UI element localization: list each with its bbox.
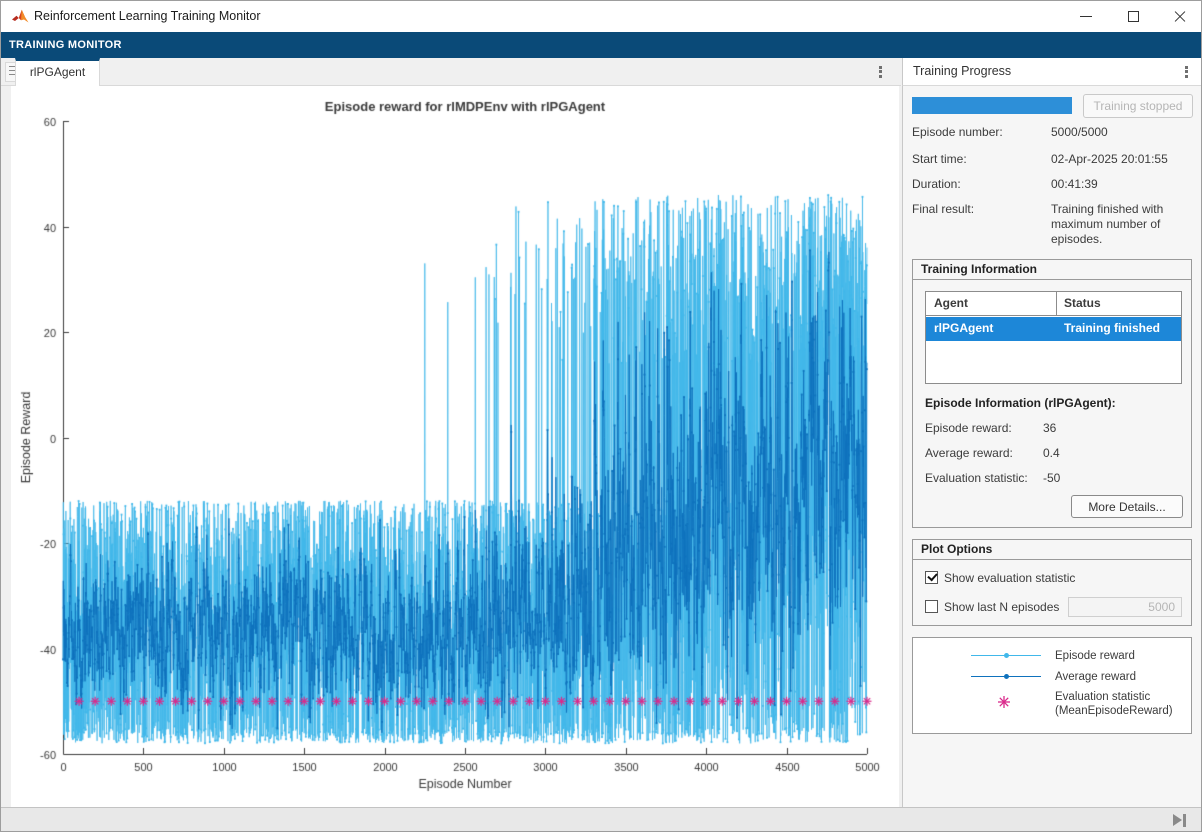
duration-value: 00:41:39 — [1051, 177, 1202, 192]
progress-fill — [912, 97, 1072, 114]
training-progress-panel: Training stopped Episode number: 5000/50… — [902, 86, 1202, 807]
summary-row: Start time: 02-Apr-2025 20:01:55 — [912, 152, 967, 166]
status-column-header: Status — [1064, 296, 1101, 310]
document-area — [1, 86, 901, 807]
close-button[interactable] — [1157, 1, 1202, 32]
summary-row: Duration: 00:41:39 — [912, 177, 961, 191]
table-row[interactable]: rlPGAgent Training finished — [926, 317, 1181, 341]
maximize-icon — [1128, 11, 1139, 22]
agent-column-header: Agent — [934, 296, 968, 310]
maximize-button[interactable] — [1111, 1, 1156, 32]
expand-panel-icon[interactable] — [1173, 814, 1187, 827]
average-reward-label: Average reward: — [925, 446, 1013, 460]
summary-row: Final result: Training finished with max… — [912, 202, 974, 216]
title-bar: Reinforcement Learning Training Monitor — [1, 1, 1201, 32]
agent-cell: rlPGAgent — [934, 321, 993, 335]
evaluation-statistic-asterisk-icon — [997, 695, 1011, 709]
last-n-episodes-input[interactable] — [1068, 597, 1182, 617]
start-time-value: 02-Apr-2025 20:01:55 — [1051, 152, 1202, 167]
final-result-label: Final result: — [912, 202, 974, 216]
plot-options-group: Plot Options Show evaluation statistic S… — [912, 539, 1192, 626]
training-progress-bar — [912, 97, 1072, 114]
legend-average-reward: Average reward — [1055, 670, 1136, 684]
show-evaluation-statistic-checkbox[interactable] — [925, 571, 938, 584]
legend-evaluation-statistic: Evaluation statistic (MeanEpisodeReward) — [1055, 690, 1173, 718]
figure — [11, 86, 899, 807]
show-last-n-episodes-checkbox[interactable] — [925, 600, 938, 613]
training-information-title: Training Information — [913, 260, 1191, 280]
toolstrip: TRAINING MONITOR — [1, 32, 1201, 58]
training-stopped-button[interactable]: Training stopped — [1083, 94, 1193, 118]
matlab-logo-icon — [12, 8, 30, 25]
show-evaluation-statistic-label: Show evaluation statistic — [944, 571, 1075, 585]
summary-row: Episode number: 5000/5000 — [912, 125, 1003, 139]
minimize-button[interactable] — [1064, 1, 1109, 32]
evaluation-statistic-label: Evaluation statistic: — [925, 471, 1028, 485]
table-header-row: Agent Status — [926, 292, 1181, 316]
minimize-icon — [1080, 16, 1092, 17]
start-time-label: Start time: — [912, 152, 967, 166]
panel-title: Training Progress — [913, 64, 1011, 78]
show-last-n-episodes-label: Show last N episodes — [944, 600, 1059, 614]
final-result-value: Training finished with maximum number of… — [1051, 202, 1202, 247]
training-information-group: Training Information Agent Status rlPGAg… — [912, 259, 1192, 528]
window-title: Reinforcement Learning Training Monitor — [34, 9, 261, 23]
training-progress-header: Training Progress — [902, 58, 1202, 86]
panel-menu-icon[interactable] — [1177, 64, 1195, 82]
status-cell: Training finished — [1064, 321, 1160, 335]
episode-number-label: Episode number: — [912, 125, 1003, 139]
document-menu-icon[interactable] — [871, 64, 889, 82]
episode-number-value: 5000/5000 — [1051, 125, 1202, 140]
agent-status-table: Agent Status rlPGAgent Training finished — [925, 291, 1182, 384]
evaluation-statistic-value: -50 — [1043, 471, 1060, 485]
rl-training-monitor-window: Reinforcement Learning Training Monitor … — [0, 0, 1202, 832]
episode-information-title: Episode Information (rlPGAgent): — [925, 396, 1116, 410]
episode-reward-label: Episode reward: — [925, 421, 1012, 435]
plot-options-title: Plot Options — [913, 540, 1191, 560]
episode-reward-chart[interactable] — [11, 86, 899, 807]
document-tab-bar: rlPGAgent — [1, 58, 901, 86]
duration-label: Duration: — [912, 177, 961, 191]
tab-rlpgagent[interactable]: rlPGAgent — [15, 58, 100, 86]
tab-training-monitor[interactable]: TRAINING MONITOR — [9, 32, 122, 58]
more-details-button[interactable]: More Details... — [1071, 495, 1183, 518]
chart-legend: Episode reward Average reward Evaluation… — [912, 637, 1192, 734]
episode-reward-value: 36 — [1043, 421, 1056, 435]
bottom-bar — [1, 807, 1201, 832]
average-reward-value: 0.4 — [1043, 446, 1060, 460]
legend-episode-reward: Episode reward — [1055, 649, 1135, 663]
